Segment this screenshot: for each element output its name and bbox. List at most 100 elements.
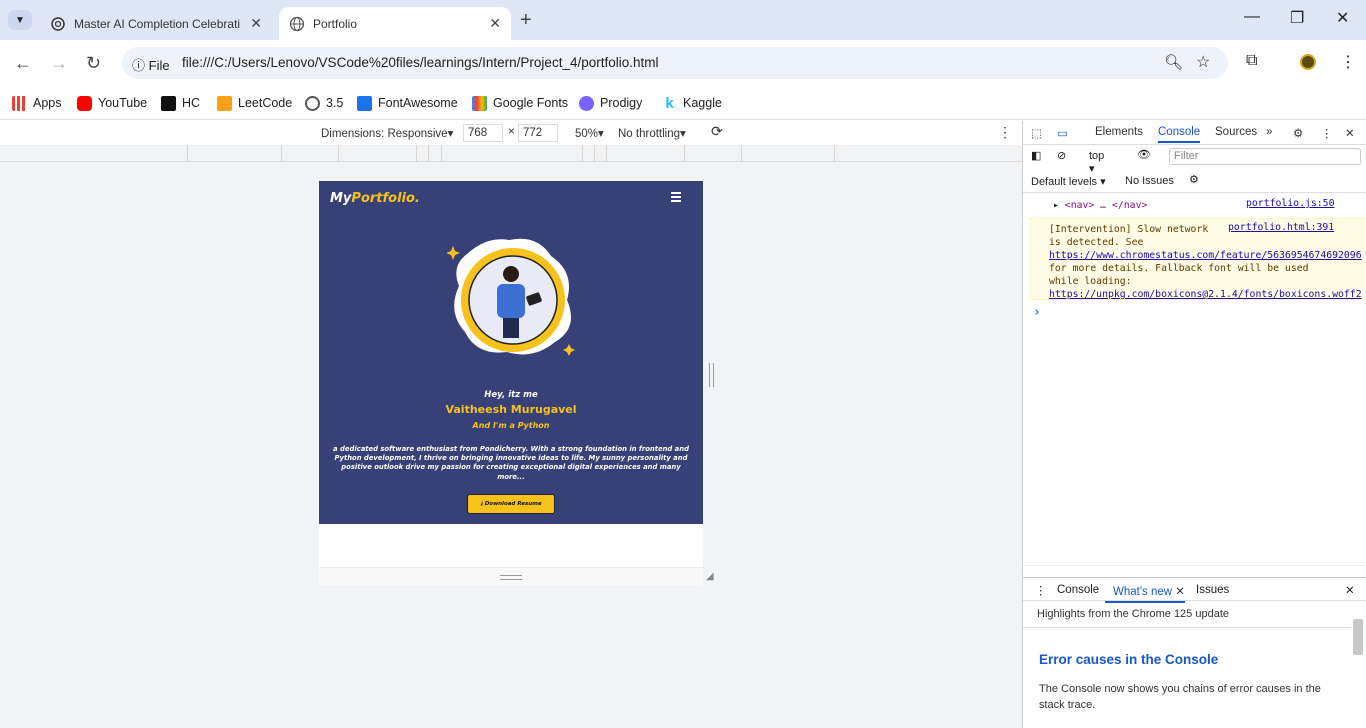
levels-select[interactable]: Default levels ▾	[1031, 175, 1106, 188]
minimize-icon[interactable]: —	[1244, 8, 1260, 26]
extensions-icon[interactable]: ⧉	[1246, 52, 1257, 70]
tab-portfolio[interactable]: Portfolio ✕	[279, 7, 511, 40]
whats-new-panel: Highlights from the Chrome 125 update Er…	[1023, 601, 1366, 728]
expand-triangle-icon: ▸	[1053, 200, 1065, 211]
height-input[interactable]: 772	[518, 124, 558, 142]
tab-master-ai[interactable]: Master AI Completion Celebrati ✕	[40, 7, 272, 40]
youtube-icon	[77, 95, 92, 111]
tab-search-button[interactable]: ▼	[8, 10, 32, 30]
nav-log-entry[interactable]: ▸ <nav> … </nav>	[1053, 200, 1147, 211]
horizontal-scrollbar[interactable]	[1023, 565, 1366, 577]
bookmark-leetcode[interactable]: LeetCode	[217, 93, 292, 113]
dimensions-select[interactable]: Dimensions: Responsive▾	[321, 126, 453, 140]
drawer-tab-issues[interactable]: Issues	[1196, 584, 1229, 596]
console-settings-icon[interactable]: ⚙	[1189, 173, 1199, 186]
settings-icon[interactable]: ⚙	[1293, 126, 1303, 140]
highlights-text: Highlights from the Chrome 125 update	[1037, 608, 1229, 620]
reload-icon[interactable]: ↻	[86, 53, 101, 74]
flag-icon	[357, 95, 372, 111]
close-tab-icon[interactable]: ✕	[250, 15, 262, 32]
tab-strip: ▼ Master AI Completion Celebrati ✕ Portf…	[0, 0, 1366, 40]
filter-input[interactable]: Filter	[1169, 148, 1361, 165]
forward-icon[interactable]: →	[50, 53, 68, 74]
apps-grid-icon	[12, 95, 27, 111]
browser-toolbar: ← → ↻ ⓘ File file:///C:/Users/Lenovo/VSC…	[0, 40, 1366, 86]
kaggle-icon: k	[665, 94, 674, 112]
warn-source-link[interactable]: portfolio.html:391	[1228, 222, 1335, 233]
hero-name: Vaitheesh Murugavel	[445, 403, 577, 416]
leetcode-icon	[217, 95, 232, 111]
console-toolbar-2: Default levels ▾ No Issues ⚙	[1023, 169, 1366, 193]
bookmark-hc[interactable]: HC	[161, 93, 200, 113]
nav-source-link[interactable]: portfolio.js:50	[1246, 198, 1334, 209]
more-options-icon[interactable]: ⋮	[998, 124, 1012, 141]
more-tabs-icon[interactable]: »	[1266, 126, 1272, 138]
star-icon[interactable]: ☆	[1196, 52, 1210, 72]
console-prompt[interactable]: ›	[1033, 305, 1041, 320]
close-tab-icon[interactable]: ✕	[1175, 586, 1185, 598]
site-logo[interactable]: MyPortfolio.	[330, 191, 420, 206]
menu-icon[interactable]: ⋮	[1340, 52, 1356, 72]
divider	[1023, 627, 1351, 628]
drawer-tab-console[interactable]: Console	[1057, 584, 1099, 596]
boxicons-link[interactable]: https://unpkg.com/boxicons@2.1.4/fonts/b…	[1049, 289, 1362, 299]
kebab-icon[interactable]: ⋮	[1321, 126, 1333, 140]
bookmark-prodigy[interactable]: Prodigy	[579, 93, 642, 113]
throttle-select[interactable]: No throttling▾	[618, 126, 686, 140]
site-info-chip[interactable]: ⓘ File	[132, 55, 170, 74]
inspect-icon[interactable]: ⬚	[1031, 126, 1042, 140]
chevron-down-icon: ▼	[15, 14, 25, 26]
bookmark-kaggle[interactable]: k Kaggle	[662, 93, 722, 113]
width-input[interactable]: 768	[463, 124, 503, 142]
chromestatus-link[interactable]: https://www.chromestatus.com/feature/563…	[1049, 250, 1362, 261]
times-sign: ×	[508, 126, 515, 138]
eye-icon[interactable]: 👁︎	[1137, 148, 1151, 161]
hero-bio: a dedicated software enthusiast from Pon…	[333, 445, 689, 481]
bookmark-fontawesome[interactable]: FontAwesome	[357, 93, 458, 113]
close-drawer-icon[interactable]: ✕	[1345, 583, 1355, 597]
clear-console-icon[interactable]: ⊘	[1057, 149, 1066, 162]
vertical-scrollbar[interactable]	[1353, 619, 1363, 655]
tab-console[interactable]: Console	[1158, 126, 1201, 143]
rotate-icon[interactable]: ⟳	[711, 123, 723, 140]
avatar[interactable]	[1300, 54, 1316, 70]
emulated-page: MyPortfolio. Hey, itz me Vaitheesh Murug…	[319, 181, 703, 567]
media-query-ruler[interactable]	[0, 145, 1022, 162]
hero-role: And I'm a Python	[472, 421, 550, 430]
zoom-icon[interactable]: 🔍︎	[1164, 53, 1183, 71]
bookmark-google-fonts[interactable]: Google Fonts	[472, 93, 568, 113]
restore-icon[interactable]: ❐	[1290, 8, 1304, 28]
whats-new-text: The Console now shows you chains of erro…	[1039, 683, 1321, 711]
bookmark-apps[interactable]: Apps	[12, 93, 62, 113]
devtools-panel: ⬚ ▭ Elements Console Sources » ⚙ ⋮ ✕ ◧ ⊘…	[1022, 121, 1366, 728]
resize-corner-icon[interactable]: ◢	[706, 571, 714, 582]
greeting: Hey, itz me	[484, 390, 538, 400]
download-resume-button[interactable]: ⤓ Download Resume	[467, 494, 555, 514]
sidebar-toggle-icon[interactable]: ◧	[1031, 149, 1041, 162]
url-text[interactable]: file:///C:/Users/Lenovo/VSCode%20files/l…	[182, 55, 659, 70]
close-tab-icon[interactable]: ✕	[489, 15, 501, 32]
back-icon[interactable]: ←	[14, 53, 32, 74]
resize-handle-right[interactable]	[709, 363, 714, 387]
devtools-tabbar: ⬚ ▭ Elements Console Sources » ⚙ ⋮ ✕	[1023, 121, 1366, 145]
device-toggle-icon[interactable]: ▭	[1057, 126, 1068, 140]
hero-section: MyPortfolio. Hey, itz me Vaitheesh Murug…	[319, 181, 703, 524]
bookmark-youtube[interactable]: YouTube	[77, 93, 147, 113]
bookmark-3-5[interactable]: 3.5	[305, 93, 343, 113]
scheme-label: File	[148, 58, 170, 73]
info-icon: ⓘ	[132, 58, 146, 73]
resize-handle-bottom[interactable]	[500, 575, 522, 580]
google-fonts-icon	[472, 95, 487, 111]
tab-elements[interactable]: Elements	[1095, 126, 1143, 138]
close-window-icon[interactable]: ✕	[1336, 8, 1349, 28]
whats-new-title[interactable]: Error causes in the Console	[1039, 652, 1218, 667]
address-bar[interactable]: ⓘ File file:///C:/Users/Lenovo/VSCode%20…	[122, 47, 1228, 79]
close-devtools-icon[interactable]: ✕	[1345, 126, 1355, 140]
drawer-menu-icon[interactable]: ⋮	[1035, 583, 1047, 597]
issues-label[interactable]: No Issues	[1125, 175, 1174, 187]
zoom-select[interactable]: 50%▾	[575, 126, 604, 140]
tab-sources[interactable]: Sources	[1215, 126, 1257, 138]
hamburger-icon[interactable]	[671, 190, 681, 204]
new-tab-button[interactable]: +	[520, 9, 532, 32]
globe-icon	[289, 16, 305, 32]
